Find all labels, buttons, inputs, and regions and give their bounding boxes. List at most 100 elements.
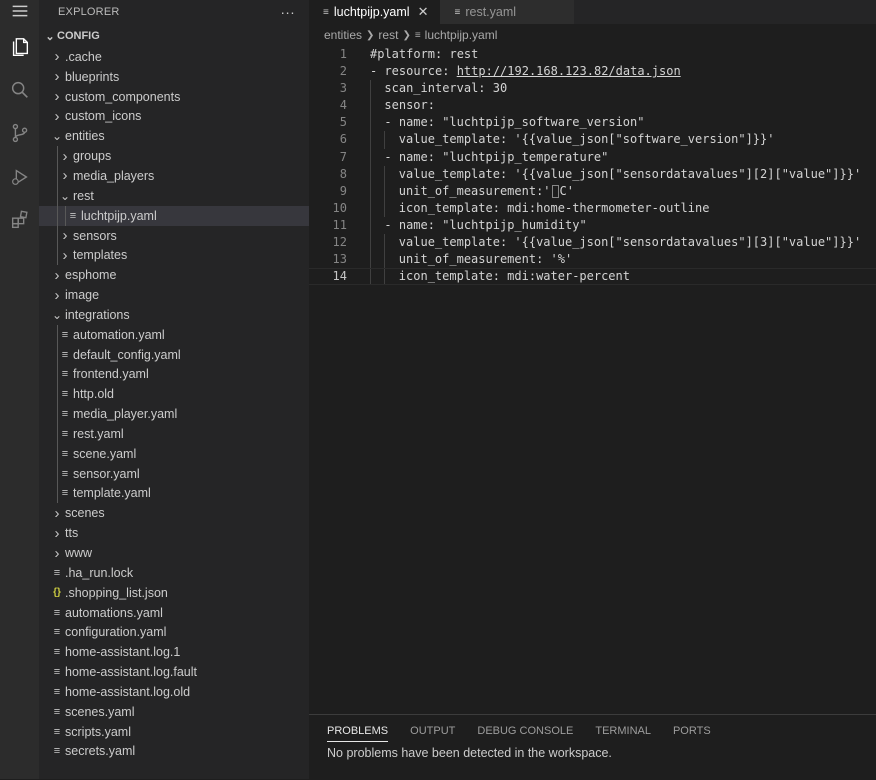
line-number: 7 bbox=[339, 149, 347, 164]
file-lines-icon: ≡ bbox=[53, 666, 61, 679]
tree-file[interactable]: ≡ http.old bbox=[39, 384, 309, 405]
tree-folder[interactable]: › groups bbox=[39, 146, 309, 167]
run-debug-icon[interactable] bbox=[0, 157, 39, 197]
tree-file[interactable]: ≡ template.yaml bbox=[39, 483, 309, 504]
tree-folder[interactable]: › blueprints bbox=[39, 67, 309, 87]
explorer-title: EXPLORER bbox=[58, 6, 120, 18]
tree-item-label: custom_icons bbox=[65, 109, 142, 124]
tree-file[interactable]: ≡ scripts.yaml bbox=[39, 722, 309, 742]
unknown-char-box bbox=[551, 184, 559, 198]
indent-guide bbox=[57, 443, 58, 464]
source-control-icon[interactable] bbox=[0, 113, 39, 153]
tree-file[interactable]: ≡ rest.yaml bbox=[39, 424, 309, 444]
tree-folder[interactable]: › esphome bbox=[39, 265, 309, 285]
breadcrumb-item[interactable]: rest bbox=[378, 28, 398, 42]
file-lines-icon: ≡ bbox=[53, 725, 61, 738]
chevron-right-icon: ❯ bbox=[402, 29, 411, 41]
indent-guide bbox=[57, 245, 58, 266]
tree-folder[interactable]: › custom_components bbox=[39, 87, 309, 107]
panel-tab-output[interactable]: OUTPUT bbox=[410, 715, 455, 747]
tree-folder[interactable]: › custom_icons bbox=[39, 107, 309, 127]
code-line: 2 - resource: http://192.168.123.82/data.… bbox=[309, 63, 876, 80]
indent-guide bbox=[370, 114, 371, 132]
tree-folder[interactable]: ⌄ entities bbox=[39, 126, 309, 146]
code-segment: unit_of_measurement:' bbox=[398, 183, 551, 198]
indent-guide bbox=[384, 182, 386, 200]
tab-rest[interactable]: ≡ rest.yaml bbox=[440, 0, 575, 24]
indent-guide bbox=[370, 131, 371, 149]
workspace-section-header[interactable]: ⌄ CONFIG bbox=[39, 25, 309, 47]
tree-file[interactable]: ≡ automation.yaml bbox=[39, 324, 309, 345]
indent-guide bbox=[384, 269, 386, 285]
breadcrumb-item[interactable]: entities bbox=[324, 28, 362, 42]
tree-folder[interactable]: › scenes bbox=[39, 503, 309, 523]
tab-label: luchtpijp.yaml bbox=[333, 5, 410, 19]
tree-file[interactable]: ≡ luchtpijp.yaml bbox=[39, 205, 309, 226]
code-text: value_template: '{{value_json["sensordat… bbox=[398, 166, 862, 181]
chevron-right-icon: ❯ bbox=[366, 29, 375, 41]
tab-luchtpijp[interactable]: ≡ luchtpijp.yaml ✕ bbox=[309, 0, 441, 24]
code-text: - name: "luchtpijp_humidity" bbox=[384, 217, 587, 232]
file-lines-icon: ≡ bbox=[53, 606, 61, 619]
tree-file[interactable]: ≡ configuration.yaml bbox=[39, 622, 309, 642]
tree-file[interactable]: ≡ scene.yaml bbox=[39, 443, 309, 464]
line-number: 5 bbox=[339, 115, 347, 130]
indent-guide bbox=[57, 166, 58, 186]
code-editor[interactable]: 1 #platform: rest 2 - resource: http://192.… bbox=[309, 46, 876, 286]
indent-guide bbox=[57, 185, 58, 206]
breadcrumb-item[interactable]: luchtpijp.yaml bbox=[425, 28, 498, 42]
panel-tabs: PROBLEMS OUTPUT DEBUG CONSOLE TERMINAL P… bbox=[309, 715, 876, 747]
indent-guide bbox=[57, 344, 58, 365]
tree-file[interactable]: ≡ frontend.yaml bbox=[39, 364, 309, 385]
tree-folder[interactable]: ⌄ integrations bbox=[39, 305, 309, 325]
tree-file[interactable]: ≡ home-assistant.log.old bbox=[39, 682, 309, 702]
search-icon[interactable] bbox=[0, 70, 39, 110]
tree-folder[interactable]: › tts bbox=[39, 523, 309, 543]
close-icon[interactable]: ✕ bbox=[418, 4, 429, 20]
tree-item-label: home-assistant.log.fault bbox=[65, 665, 198, 680]
panel-tab-debug-console[interactable]: DEBUG CONSOLE bbox=[477, 715, 573, 747]
code-line: 7 - name: "luchtpijp_temperature" bbox=[309, 148, 876, 166]
tree-file[interactable]: ≡ home-assistant.log.1 bbox=[39, 642, 309, 662]
tree-file[interactable]: ≡ sensor.yaml bbox=[39, 463, 309, 484]
file-lines-icon: ≡ bbox=[69, 209, 77, 222]
tree-folder[interactable]: › image bbox=[39, 285, 309, 305]
code-text: value_template: '{{value_json["software_… bbox=[398, 132, 775, 147]
tree-folder[interactable]: ⌄ rest bbox=[39, 185, 309, 206]
chevron-right-icon: › bbox=[54, 48, 60, 66]
indent-guide bbox=[384, 199, 386, 217]
chevron-right-icon: › bbox=[62, 227, 68, 245]
code-link[interactable]: http://192.168.123.82/data.json bbox=[457, 64, 681, 78]
code-text: #platform: rest bbox=[370, 47, 479, 61]
code-text: sensor: bbox=[384, 98, 435, 113]
tree-file[interactable]: ≡ .ha_run.lock bbox=[39, 563, 309, 583]
tree-file[interactable]: ≡ media_player.yaml bbox=[39, 404, 309, 425]
indent-guide bbox=[370, 216, 371, 235]
indent-guide bbox=[370, 165, 371, 183]
tree-file[interactable]: ≡ default_config.yaml bbox=[39, 344, 309, 365]
tree-folder[interactable]: › sensors bbox=[39, 225, 309, 246]
tree-file[interactable]: ≡ secrets.yaml bbox=[39, 742, 309, 762]
file-lines-icon: ≡ bbox=[53, 705, 61, 718]
tree-file[interactable]: ≡ scenes.yaml bbox=[39, 702, 309, 722]
tree-folder[interactable]: › templates bbox=[39, 245, 309, 266]
editor-tabs: ≡ luchtpijp.yaml ✕ ≡ rest.yaml bbox=[309, 0, 876, 24]
panel-tab-problems[interactable]: PROBLEMS bbox=[327, 715, 389, 747]
files-icon[interactable] bbox=[0, 27, 39, 67]
tree-file[interactable]: {} .shopping_list.json bbox=[39, 583, 309, 603]
panel-tab-terminal[interactable]: TERMINAL bbox=[595, 715, 651, 747]
chevron-right-icon: › bbox=[54, 68, 60, 86]
tree-folder[interactable]: › .cache bbox=[39, 47, 309, 67]
extensions-icon[interactable] bbox=[0, 200, 39, 240]
more-actions-icon[interactable]: ··· bbox=[280, 4, 295, 20]
file-lines-icon: ≡ bbox=[61, 408, 69, 421]
tree-file[interactable]: ≡ home-assistant.log.fault bbox=[39, 662, 309, 682]
tree-folder[interactable]: › media_players bbox=[39, 166, 309, 186]
line-number: 11 bbox=[332, 217, 347, 232]
file-lines-icon: ≡ bbox=[61, 388, 69, 401]
panel-tab-ports[interactable]: PORTS bbox=[673, 715, 711, 747]
code-line: 12 value_template: '{{value_json["sensord… bbox=[309, 234, 876, 252]
tree-file[interactable]: ≡ automations.yaml bbox=[39, 603, 309, 623]
code-text: unit_of_measurement:' C' bbox=[399, 183, 574, 200]
tree-folder[interactable]: › www bbox=[39, 543, 309, 563]
